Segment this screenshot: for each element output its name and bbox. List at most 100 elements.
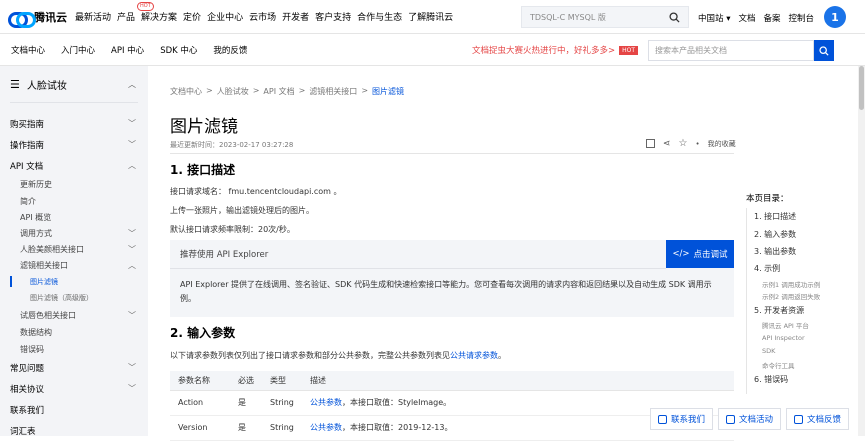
toc-item[interactable]: 4. 示例 [754, 263, 780, 274]
breadcrumb-filter-api[interactable]: 滤镜相关接口 [309, 86, 357, 97]
menu-icon[interactable]: ☰ [10, 78, 20, 91]
chevron-down-icon[interactable]: ﹀ [128, 228, 136, 239]
subnav-my-feedback[interactable]: 我的反馈 [213, 44, 247, 56]
nav-item-solutions[interactable]: 解决方案 [141, 10, 177, 23]
favorite-link[interactable]: 我的收藏 [708, 139, 736, 149]
chevron-down-icon[interactable]: ﹀ [128, 310, 136, 321]
breadcrumb-product[interactable]: 人脸试妆 [217, 86, 249, 97]
scrollbar-thumb[interactable] [859, 66, 864, 110]
sidebar-item-filter-api[interactable]: 滤镜相关接口 [20, 260, 68, 271]
doc-search-input[interactable]: 搜索本产品相关文档 [648, 40, 814, 61]
nav-item-partners[interactable]: 合作与生态 [357, 10, 402, 23]
page-title: 图片滤镜 [170, 117, 238, 137]
chevron-down-icon[interactable]: ﹀ [128, 139, 136, 150]
breadcrumb-doc-center[interactable]: 文档中心 [170, 86, 202, 97]
gift-icon [726, 414, 735, 424]
chevron-down-icon[interactable]: ﹀ [128, 362, 136, 373]
breadcrumb-api-docs[interactable]: API 文档 [263, 86, 294, 97]
sidebar-item-data-structures[interactable]: 数据结构 [20, 327, 52, 338]
console-link[interactable]: 控制台 [789, 12, 815, 24]
common-param-link[interactable]: 公共参数 [310, 398, 342, 407]
sidebar-item-purchase[interactable]: 购买指南 [10, 118, 44, 130]
sidebar-item-beauty-api[interactable]: 人脸美颜相关接口 [20, 244, 84, 255]
toc-subitem[interactable]: SDK [762, 347, 775, 355]
chevron-up-icon[interactable]: ︿ [128, 160, 136, 171]
contact-us-button[interactable]: 联系我们 [650, 408, 714, 430]
nav-item-activities[interactable]: 最新活动 [75, 10, 111, 23]
param-name: Action [170, 390, 230, 416]
sidebar: ☰ 人脸试妆 ︿ 购买指南 ﹀ 操作指南 ﹀ API 文档 ︿ 更新历史 简介 … [0, 66, 148, 436]
chevron-up-icon[interactable]: ︿ [128, 260, 136, 271]
sidebar-item-operations[interactable]: 操作指南 [10, 139, 44, 151]
share-icon[interactable]: ⋖ [663, 139, 671, 149]
search-icon[interactable] [669, 12, 680, 23]
common-param-link[interactable]: 公共参数 [310, 423, 342, 432]
global-search-placeholder: TDSQL-C MYSQL 版 [530, 12, 606, 22]
doc-activity-button[interactable]: 文档活动 [718, 408, 782, 430]
chevron-down-icon[interactable]: ﹀ [128, 244, 136, 255]
toc-subitem[interactable]: 示例1 调用成功示例 [762, 279, 820, 289]
chevron-down-icon[interactable]: ﹀ [128, 118, 136, 129]
subnav-sdk-center[interactable]: SDK 中心 [160, 44, 197, 56]
nav-item-support[interactable]: 客户支持 [315, 10, 351, 23]
subnav-getting-started[interactable]: 入门中心 [61, 44, 95, 56]
table-header: 类型 [262, 371, 302, 391]
param-type: String [262, 390, 302, 416]
page-toc: 本页目录： 1. 接口描述 2. 输入参数 3. 输出参数 4. 示例 示例1 … [746, 192, 856, 394]
nav-item-enterprise[interactable]: 企业中心 [207, 10, 243, 23]
debug-button[interactable]: </> 点击调试 [666, 240, 734, 268]
sidebar-item-glossary[interactable]: 词汇表 [10, 425, 36, 436]
toc-subitem[interactable]: 腾讯云 API 平台 [762, 320, 809, 330]
sidebar-item-history[interactable]: 更新历史 [20, 179, 52, 190]
nav-item-about[interactable]: 了解腾讯云 [408, 10, 453, 23]
param-type: String [262, 415, 302, 441]
sidebar-item-contact[interactable]: 联系我们 [10, 404, 44, 416]
sidebar-item-faq[interactable]: 常见问题 [10, 362, 44, 374]
scrollbar[interactable] [858, 66, 865, 436]
param-desc-text: ，本接口取值：2019-12-13。 [342, 423, 453, 432]
subnav-api-center[interactable]: API 中心 [111, 44, 144, 56]
sidebar-item-intro[interactable]: 简介 [20, 196, 36, 207]
brand-logo[interactable]: 腾讯云 [8, 9, 67, 28]
params-intro: 以下请求参数列表仅列出了接口请求参数和部分公共参数，完整公共参数列表见公共请求参… [170, 350, 506, 361]
doc-search-button[interactable] [814, 40, 834, 61]
toc-item[interactable]: 5. 开发者资源 [754, 305, 804, 316]
toc-subitem[interactable]: API Inspector [762, 334, 805, 342]
more-icon[interactable]: • [696, 140, 700, 148]
sidebar-item-error-codes[interactable]: 错误码 [20, 344, 44, 355]
sidebar-item-image-filter-adv[interactable]: 图片滤镜（高级版） [30, 293, 93, 303]
subnav-doc-center[interactable]: 文档中心 [11, 44, 45, 56]
nav-item-marketplace[interactable]: 云市场 [249, 10, 276, 23]
nav-item-products[interactable]: 产品 HOT [117, 2, 154, 23]
promo-text: 文档捉虫大赛火热进行中，好礼多多> [472, 46, 616, 56]
fullscreen-icon[interactable] [646, 139, 655, 148]
doc-feedback-button[interactable]: 文档反馈 [786, 408, 850, 430]
toc-item[interactable]: 3. 输出参数 [754, 246, 796, 257]
toc-subitem[interactable]: 命令行工具 [762, 360, 795, 370]
sidebar-item-api-docs[interactable]: API 文档 [10, 160, 43, 172]
chevron-down-icon[interactable]: ﹀ [128, 383, 136, 394]
region-selector[interactable]: 中国站 ▾ [698, 12, 731, 24]
toc-item[interactable]: 6. 错误码 [754, 374, 788, 385]
section-heading-input-params: 2. 输入参数 [170, 326, 236, 340]
toc-subitem[interactable]: 示例2 调用返回失败 [762, 291, 820, 301]
sidebar-item-lip-api[interactable]: 试唇色相关接口 [20, 310, 76, 321]
toc-item[interactable]: 2. 输入参数 [754, 229, 796, 240]
promo-banner[interactable]: 文档捉虫大赛火热进行中，好礼多多> HOT [472, 44, 639, 56]
filing-link[interactable]: 备案 [764, 12, 781, 24]
collapse-up-icon[interactable]: ︿ [128, 79, 136, 90]
common-params-link[interactable]: 公共请求参数 [450, 351, 498, 360]
sidebar-item-agreements[interactable]: 相关协议 [10, 383, 44, 395]
api-domain-text: 接口请求域名： fmu.tencentcloudapi.com 。 [170, 187, 342, 196]
sidebar-item-api-overview[interactable]: API 概览 [20, 212, 51, 223]
table-header: 参数名称 [170, 371, 230, 391]
star-icon[interactable]: ☆ [679, 138, 688, 149]
nav-item-pricing[interactable]: 定价 [183, 10, 201, 23]
global-search-input[interactable]: TDSQL-C MYSQL 版 [521, 6, 689, 28]
avatar[interactable]: 1 [824, 6, 846, 28]
nav-item-developers[interactable]: 开发者 [282, 10, 309, 23]
toc-item[interactable]: 1. 接口描述 [754, 211, 796, 222]
sidebar-item-call-method[interactable]: 调用方式 [20, 228, 52, 239]
sidebar-item-image-filter[interactable]: 图片滤镜 [30, 277, 58, 287]
docs-link[interactable]: 文档 [739, 12, 756, 24]
